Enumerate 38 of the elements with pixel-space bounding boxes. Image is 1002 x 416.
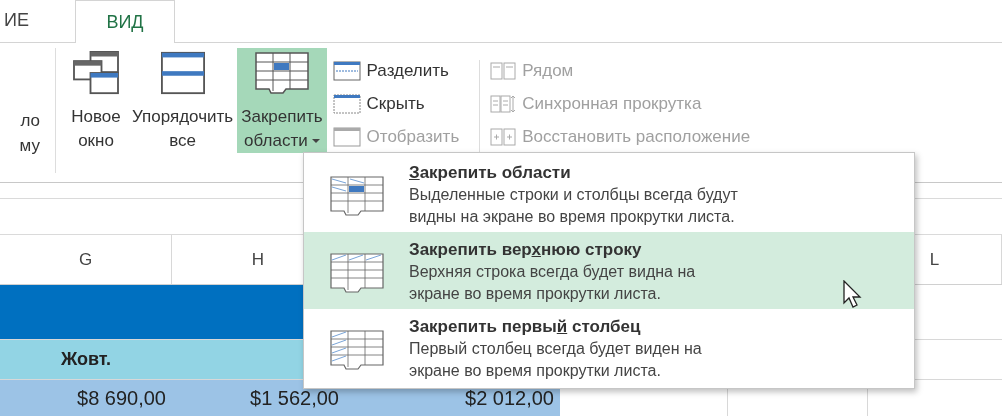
column-header: L xyxy=(929,248,940,271)
split-window-icon xyxy=(332,60,361,81)
button-label: му xyxy=(19,135,40,157)
frozen-panes-icon xyxy=(328,175,385,217)
menu-item-description: Выделенные строки и столбцы всегда будут xyxy=(409,185,738,205)
table-cell: $1 562,00 xyxy=(172,380,345,416)
menu-item-description: Первый столбец всегда будет виден на xyxy=(409,339,702,359)
frozen-row-icon xyxy=(328,252,385,294)
menu-item-title: Закрепить верхнюю строку xyxy=(409,239,643,261)
ribbon-tab[interactable]: ИЕ xyxy=(0,0,75,42)
cursor-icon xyxy=(843,280,863,308)
two-pages-icon xyxy=(490,61,517,80)
ribbon-button[interactable]: Скрыть xyxy=(332,91,460,116)
button-label: ло xyxy=(20,110,40,132)
table-cell: Жовт. xyxy=(0,340,172,379)
menu-item-title: Закрепить области xyxy=(409,162,572,184)
menu-item-description: экране во время прокрутки листа. xyxy=(409,361,662,381)
menu-item-description: Верхняя строка всегда будет видна на xyxy=(409,262,696,282)
window-icon xyxy=(332,126,361,147)
pages-scroll-icon xyxy=(490,94,517,113)
column-header: G xyxy=(78,248,93,271)
frozen-column-icon xyxy=(328,329,385,371)
ribbon-button[interactable]: Упорядочить все xyxy=(128,48,238,153)
pages-plus-icon xyxy=(490,127,517,146)
menu-item[interactable]: Закрепить области Выделенные строки и столбцы всегда будут видны на экране во время прокрутки листа. xyxy=(304,155,914,232)
hidden-window-icon xyxy=(332,93,361,114)
menu-item[interactable]: Закрепить первый столбец Первый столбец всегда будет виден на экране во время прокрутки листа. xyxy=(304,309,914,386)
ribbon-tab[interactable]: ВИД xyxy=(75,0,175,43)
ribbon-button[interactable]: Новое окно xyxy=(64,48,128,153)
menu-item-title: Закрепить первый столбец xyxy=(409,316,642,338)
menu-item[interactable]: Закрепить верхнюю строку Верхняя строка всегда будет видна на экране во время прокрутки листа. xyxy=(304,232,914,309)
table-cell: $8 690,00 xyxy=(0,380,172,416)
menu-item-description: видны на экране во время прокрутки листа. xyxy=(409,207,736,227)
menu-item-description: экране во время прокрутки листа. xyxy=(409,284,662,304)
ribbon-button[interactable]: Закрепить области xyxy=(237,48,327,153)
column-header: H xyxy=(251,248,265,271)
grid-icon xyxy=(253,51,310,95)
ribbon-button[interactable]: Разделить xyxy=(332,58,460,83)
